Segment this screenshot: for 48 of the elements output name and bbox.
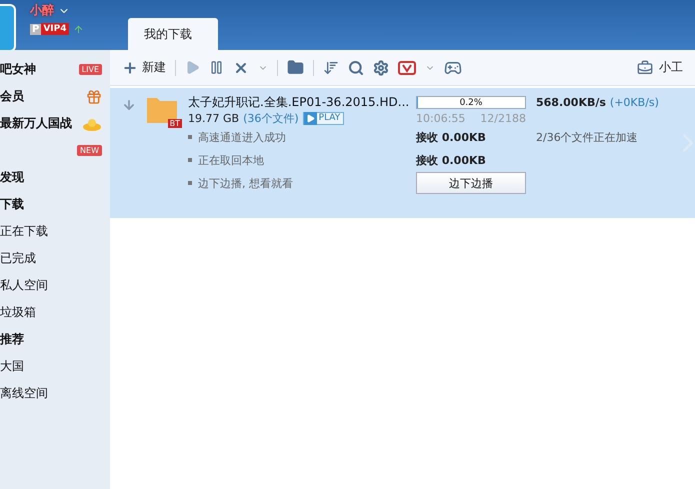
- bullet-icon: [188, 134, 192, 139]
- detail-text: 高速通道进入成功: [198, 131, 286, 144]
- detail-text: 正在取回本地: [198, 154, 264, 167]
- speed-text: 568.00KB/s: [536, 94, 606, 110]
- piece-count: 12/2188: [480, 110, 526, 126]
- up-arrow-icon: [72, 24, 84, 34]
- sidebar-heading: 推荐: [0, 331, 24, 348]
- tab[interactable]: 我的下载: [128, 18, 218, 50]
- p-badge: P: [30, 24, 42, 34]
- file-size: 19.77 GB: [188, 110, 240, 126]
- sidebar-item[interactable]: 已完成: [0, 245, 36, 272]
- sidebar-item[interactable]: 最新万人国战: [0, 110, 72, 137]
- sidebar-item[interactable]: 正在下载: [0, 218, 48, 245]
- gift-icon: [86, 88, 102, 104]
- play-icon: [304, 112, 317, 124]
- plus-icon: [122, 60, 138, 76]
- new-button[interactable]: 新建: [122, 59, 166, 76]
- elapsed-time: 10:06:55: [416, 110, 466, 126]
- sidebar-item[interactable]: 吧女神: [0, 56, 36, 83]
- avatar[interactable]: [0, 4, 16, 52]
- settings-icon[interactable]: [373, 60, 389, 76]
- received-text: 接收 0.00KB: [416, 130, 487, 146]
- sidebar-heading: 发现: [0, 169, 24, 186]
- progress-bar: 0.2%: [416, 96, 526, 109]
- badge: LIVE: [78, 64, 102, 75]
- watch-while-downloading-button[interactable]: 边下边播: [416, 172, 526, 194]
- toolbox-icon: [637, 60, 653, 76]
- search-icon[interactable]: [348, 60, 364, 76]
- pause-icon[interactable]: [209, 60, 224, 75]
- bullet-icon: [188, 180, 192, 185]
- sidebar-item[interactable]: 离线空间: [0, 380, 48, 407]
- vip-badge: VIP4: [41, 23, 69, 35]
- speed-boost: (+0KB/s): [610, 94, 659, 110]
- folder-icon[interactable]: [287, 59, 304, 76]
- sidebar-item[interactable]: 垃圾箱: [0, 299, 36, 326]
- sidebar-item[interactable]: 会员: [0, 83, 24, 110]
- badge: NEW: [77, 145, 102, 156]
- play-button[interactable]: PLAY: [302, 112, 344, 124]
- bullet-icon: [188, 158, 192, 162]
- received-text: 接收 0.00KB: [416, 153, 487, 169]
- detail-text: 边下边播, 想看就看: [198, 177, 293, 190]
- toolbox-button[interactable]: 小工: [637, 59, 683, 76]
- task-row[interactable]: BT 太子妃升职记.全集.EP01-36.2015.HD... 0.2% 568.00KB/s (+0KB/s) 19.77 GB (36个文件) PLAY 10:06:55 12/2188 高速通道进入成功 接收 0.00KB 2/36个文件正在加速 正在取回本地 接收 0.00KB 边下边播, 想看就看 边下边播: [110, 88, 695, 218]
- sort-icon[interactable]: [323, 60, 339, 76]
- sidebar-item[interactable]: 大国: [0, 353, 24, 380]
- sidebar-heading: 下载: [0, 196, 24, 213]
- sidebar-item[interactable]: 私人空间: [0, 272, 48, 299]
- status-text: 2/36个文件正在加速: [536, 130, 639, 146]
